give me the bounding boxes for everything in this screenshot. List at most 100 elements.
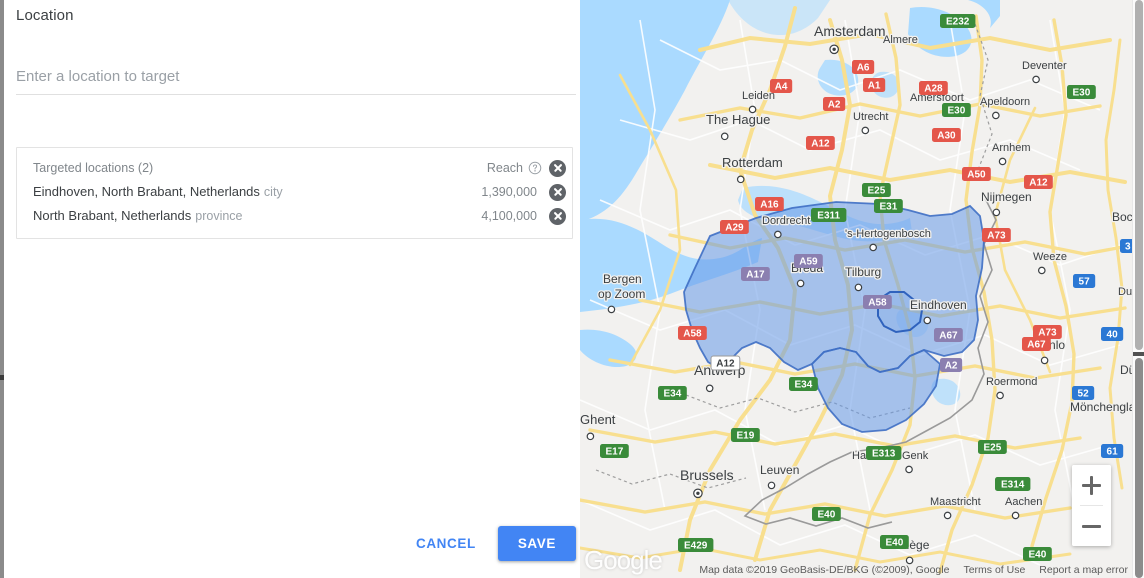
table-row: Eindhoven, North Brabant, Netherlands cit… <box>17 180 572 204</box>
road-shield: E25 <box>862 183 891 197</box>
road-shield: A2 <box>823 97 845 111</box>
road-shield: A17 <box>741 267 770 281</box>
svg-text:A73: A73 <box>1038 328 1057 339</box>
page-scrollbar[interactable] <box>1132 0 1144 578</box>
svg-text:Tilburg: Tilburg <box>845 265 881 279</box>
svg-text:40: 40 <box>1107 330 1119 341</box>
road-shield: 3 <box>1120 239 1132 253</box>
road-shield: 40 <box>1101 327 1123 341</box>
targeted-locations-header: Targeted locations (2) Reach <box>17 156 572 180</box>
svg-text:Aachen: Aachen <box>1005 496 1042 508</box>
road-shield: E31 <box>874 199 903 213</box>
road-shield: A2 <box>940 358 962 372</box>
page-scrollbar-thumb-lower[interactable] <box>1135 358 1143 578</box>
svg-text:A28: A28 <box>924 84 943 95</box>
svg-text:Dordrecht: Dordrecht <box>762 215 810 227</box>
map-zoom-controls[interactable] <box>1072 465 1111 546</box>
map-data-attribution: Map data ©2019 GeoBasis-DE/BKG (©2009), … <box>699 564 949 576</box>
svg-text:E25: E25 <box>868 186 886 197</box>
location-type: province <box>195 209 242 223</box>
location-type: city <box>264 185 283 199</box>
map-canvas: AmsterdamAlmereLeidenThe HagueAmersfoort… <box>580 0 1132 578</box>
svg-text:A12: A12 <box>716 359 735 370</box>
road-shield: 52 <box>1072 386 1094 400</box>
road-shield: E40 <box>812 507 841 521</box>
road-shield: E30 <box>942 103 971 117</box>
svg-text:A2: A2 <box>945 361 958 372</box>
road-shield: E40 <box>1023 547 1052 561</box>
svg-text:Bergen: Bergen <box>603 272 642 286</box>
svg-text:Leuven: Leuven <box>760 463 799 477</box>
map-city-label: Duisburg <box>1118 286 1132 298</box>
svg-text:A4: A4 <box>775 82 788 93</box>
page-scrollbar-notch <box>1133 352 1144 356</box>
location-reach: 4,100,000 <box>481 209 537 223</box>
svg-text:E34: E34 <box>795 380 813 391</box>
svg-text:E40: E40 <box>886 538 904 549</box>
road-shield: E30 <box>1067 85 1096 99</box>
road-shield: A73 <box>1033 325 1062 339</box>
svg-text:A12: A12 <box>1029 178 1048 189</box>
svg-text:Rotterdam: Rotterdam <box>722 155 783 170</box>
map-city-label: Mönchengladb <box>1070 400 1132 414</box>
road-shield: E429 <box>678 538 713 552</box>
road-shield: E313 <box>866 446 901 460</box>
svg-text:A17: A17 <box>746 270 765 281</box>
targeted-locations-count: Targeted locations (2) <box>33 161 153 175</box>
svg-text:A30: A30 <box>937 131 956 142</box>
svg-text:A58: A58 <box>683 329 702 340</box>
location-name: Eindhoven, North Brabant, Netherlands <box>33 184 260 199</box>
dialog-actions: CANCEL SAVE <box>4 526 580 561</box>
location-search-field[interactable] <box>16 68 576 95</box>
zoom-out-button[interactable] <box>1072 506 1111 546</box>
svg-text:Genk: Genk <box>902 450 929 462</box>
close-circle-icon-row-2[interactable] <box>549 208 566 225</box>
terms-of-use-link[interactable]: Terms of Use <box>963 564 1025 576</box>
road-shield: A67 <box>934 328 963 342</box>
close-circle-icon-row-1[interactable] <box>549 184 566 201</box>
cancel-button[interactable]: CANCEL <box>402 527 490 560</box>
svg-text:Eindhoven: Eindhoven <box>910 298 967 312</box>
svg-text:52: 52 <box>1078 389 1090 400</box>
help-circle-icon[interactable] <box>528 161 542 175</box>
map-view[interactable]: AmsterdamAlmereLeidenThe HagueAmersfoort… <box>580 0 1132 578</box>
svg-text:Deventer: Deventer <box>1022 60 1067 72</box>
svg-text:Düsseldorf: Düsseldorf <box>1120 363 1132 377</box>
svg-text:A1: A1 <box>868 81 881 92</box>
zoom-in-button[interactable] <box>1072 465 1111 505</box>
svg-text:Bochum: Bochum <box>1112 210 1132 224</box>
road-shield: E34 <box>658 386 687 400</box>
road-shield: A59 <box>794 254 823 268</box>
road-shield: 61 <box>1101 444 1123 458</box>
svg-text:Mönchengladb: Mönchengladb <box>1070 400 1132 414</box>
svg-text:Utrecht: Utrecht <box>853 111 888 123</box>
svg-text:Arnhem: Arnhem <box>992 142 1031 154</box>
road-shield: A12 <box>1024 175 1053 189</box>
svg-text:Ghent: Ghent <box>580 412 616 427</box>
road-shield: A1 <box>863 78 885 92</box>
svg-text:E30: E30 <box>1073 88 1091 99</box>
close-circle-icon-header[interactable] <box>549 160 566 177</box>
map-attribution: Map data ©2019 GeoBasis-DE/BKG (©2009), … <box>699 564 1128 576</box>
table-row: North Brabant, Netherlandsprovince 4,100… <box>17 204 572 228</box>
svg-text:The Hague: The Hague <box>706 112 770 127</box>
svg-text:A16: A16 <box>760 200 779 211</box>
svg-text:'s-Hertogenbosch: 's-Hertogenbosch <box>845 228 931 240</box>
location-panel: Location Targeted locations (2) Reach <box>4 0 580 578</box>
page-scrollbar-thumb-upper[interactable] <box>1135 0 1143 350</box>
svg-text:A2: A2 <box>828 100 841 111</box>
svg-text:E311: E311 <box>817 211 840 222</box>
search-input[interactable] <box>16 68 576 85</box>
svg-text:E17: E17 <box>606 447 624 458</box>
map-city-label: Bochum <box>1112 210 1132 224</box>
road-shield: A30 <box>932 128 961 142</box>
svg-text:61: 61 <box>1107 447 1119 458</box>
svg-text:A6: A6 <box>857 63 870 74</box>
save-button[interactable]: SAVE <box>498 526 576 561</box>
svg-text:A67: A67 <box>939 331 958 342</box>
road-shield: E34 <box>789 377 818 391</box>
targeted-locations-box: Targeted locations (2) Reach <box>16 147 573 239</box>
road-shield: A6 <box>852 60 874 74</box>
road-shield: A12 <box>806 136 835 150</box>
report-map-error-link[interactable]: Report a map error <box>1039 564 1128 576</box>
